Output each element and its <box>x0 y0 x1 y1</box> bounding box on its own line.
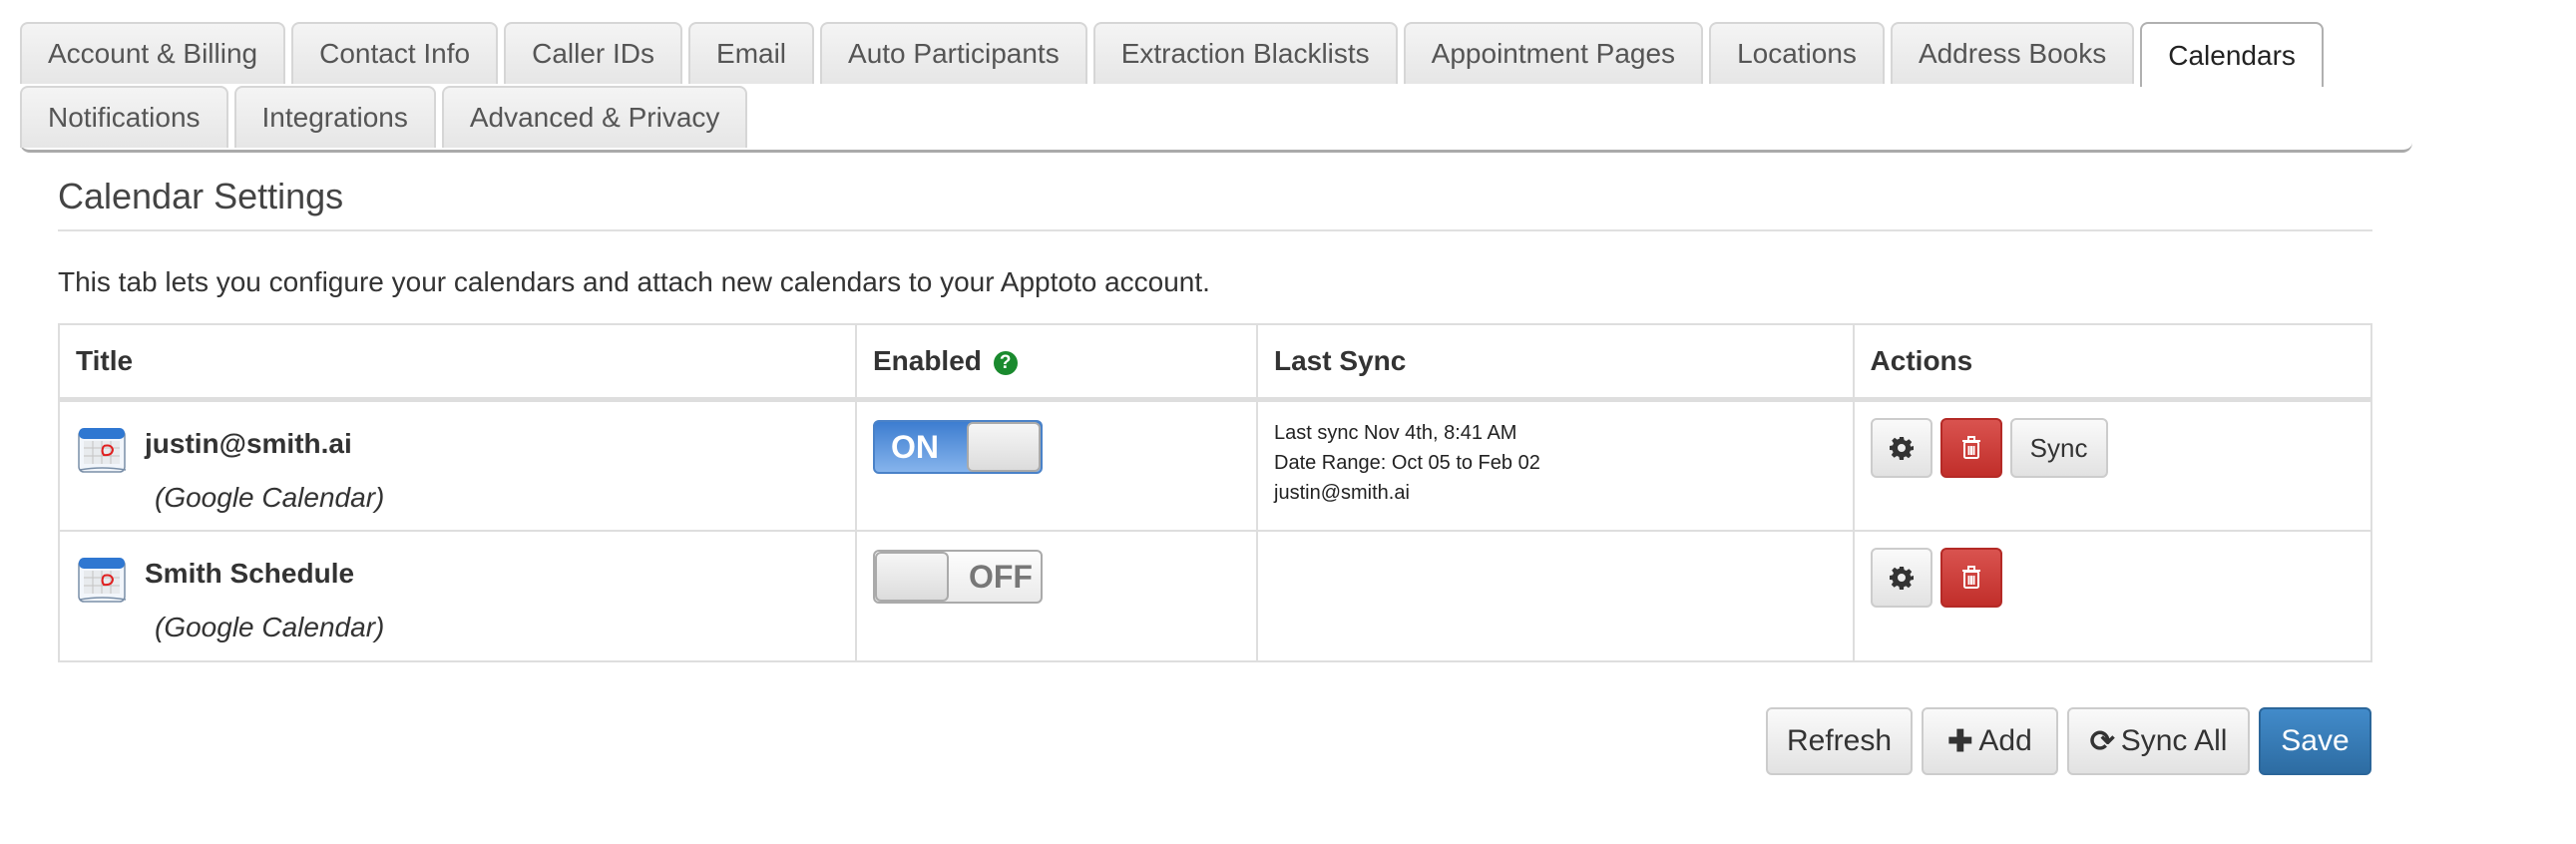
column-header-actions: Actions <box>1852 323 2373 402</box>
question-circle-icon[interactable]: ? <box>993 350 1018 375</box>
sync-date-range: Date Range: Oct 05 to Feb 02 <box>1274 452 1540 474</box>
settings-tabs: Account & Billing Contact Info Caller ID… <box>20 22 2412 153</box>
toggle-knob <box>966 422 1041 472</box>
column-header-title: Title <box>58 323 857 402</box>
last-sync-cell: Last sync Nov 4th, 8:41 AM Date Range: O… <box>1256 398 1855 532</box>
calendar-type: (Google Calendar) <box>155 482 385 513</box>
tab-calendars[interactable]: Calendars <box>2140 22 2324 87</box>
calendar-type: (Google Calendar) <box>155 611 385 642</box>
add-button-label: Add <box>1978 724 2032 757</box>
sync-all-button[interactable]: ⟳ Sync All <box>2067 707 2250 775</box>
tab-extraction-blacklists[interactable]: Extraction Blacklists <box>1092 22 1398 84</box>
tab-locations[interactable]: Locations <box>1709 22 1885 84</box>
settings-button[interactable] <box>1870 418 1932 478</box>
save-button[interactable]: Save <box>2259 707 2371 775</box>
actions-cell <box>1852 529 2373 662</box>
toggle-label: ON <box>890 429 939 465</box>
sync-all-button-label: Sync All <box>2120 724 2228 757</box>
enabled-cell: OFF <box>854 529 1259 662</box>
refresh-icon: ⟳ <box>2089 724 2115 758</box>
enabled-toggle[interactable]: OFF <box>872 549 1043 604</box>
column-header-enabled: Enabled ? <box>854 323 1259 402</box>
refresh-button[interactable]: Refresh <box>1766 707 1913 775</box>
column-header-enabled-label: Enabled <box>872 345 982 376</box>
gear-icon <box>1889 566 1914 590</box>
table-row: Smith Schedule (Google Calendar) OFF <box>58 529 2373 662</box>
settings-button[interactable] <box>1870 547 1932 608</box>
delete-button[interactable] <box>1939 547 2002 608</box>
trash-icon <box>1961 436 1980 459</box>
tab-contact-info[interactable]: Contact Info <box>291 22 499 84</box>
page-title: Calendar Settings <box>58 176 344 216</box>
tab-row-1: Account & Billing Contact Info Caller ID… <box>20 22 2330 87</box>
table-row: justin@smith.ai (Google Calendar) ON Las… <box>58 398 2373 532</box>
heading-divider <box>58 229 2372 231</box>
tab-account-billing[interactable]: Account & Billing <box>20 22 286 84</box>
google-calendar-icon <box>78 557 127 603</box>
tab-auto-participants[interactable]: Auto Participants <box>820 22 1087 84</box>
google-calendar-icon <box>78 428 127 473</box>
column-header-last-sync: Last Sync <box>1256 323 1855 402</box>
footer-actions: Refresh ✚ Add ⟳ Sync All Save <box>1766 707 2371 775</box>
toggle-knob <box>874 551 949 602</box>
trash-icon <box>1961 565 1980 589</box>
enabled-cell: ON <box>854 398 1259 532</box>
calendar-name: Smith Schedule <box>145 557 355 589</box>
sync-button[interactable]: Sync <box>2009 418 2108 478</box>
calendar-title-cell: justin@smith.ai (Google Calendar) <box>58 398 857 532</box>
gear-icon <box>1889 437 1914 460</box>
refresh-button-label: Refresh <box>1786 724 1893 757</box>
page-description: This tab lets you configure your calenda… <box>58 266 1210 297</box>
add-button[interactable]: ✚ Add <box>1922 707 2058 775</box>
delete-button[interactable] <box>1939 418 2002 478</box>
toggle-label: OFF <box>968 558 1033 595</box>
tab-notifications[interactable]: Notifications <box>20 86 228 148</box>
tab-advanced-privacy[interactable]: Advanced & Privacy <box>441 86 748 148</box>
save-button-label: Save <box>2281 724 2350 757</box>
enabled-toggle[interactable]: ON <box>872 420 1043 474</box>
tab-row-2: Notifications Integrations Advanced & Pr… <box>20 86 753 148</box>
tab-address-books[interactable]: Address Books <box>1890 22 2135 84</box>
sync-account: justin@smith.ai <box>1274 482 1410 504</box>
plus-icon: ✚ <box>1947 724 1973 758</box>
tab-integrations[interactable]: Integrations <box>233 86 436 148</box>
calendar-title-cell: Smith Schedule (Google Calendar) <box>58 529 857 662</box>
actions-cell: Sync <box>1852 398 2373 532</box>
tab-email[interactable]: Email <box>688 22 815 84</box>
last-sync-cell <box>1256 529 1855 662</box>
tab-caller-ids[interactable]: Caller IDs <box>504 22 683 84</box>
calendar-name: justin@smith.ai <box>145 428 352 459</box>
table-header-row: Title Enabled ? Last Sync Actions <box>58 323 2373 402</box>
calendars-table: Title Enabled ? Last Sync Actions justin… <box>58 323 2373 662</box>
last-sync-time: Last sync Nov 4th, 8:41 AM <box>1274 422 1517 444</box>
tab-appointment-pages[interactable]: Appointment Pages <box>1403 22 1704 84</box>
